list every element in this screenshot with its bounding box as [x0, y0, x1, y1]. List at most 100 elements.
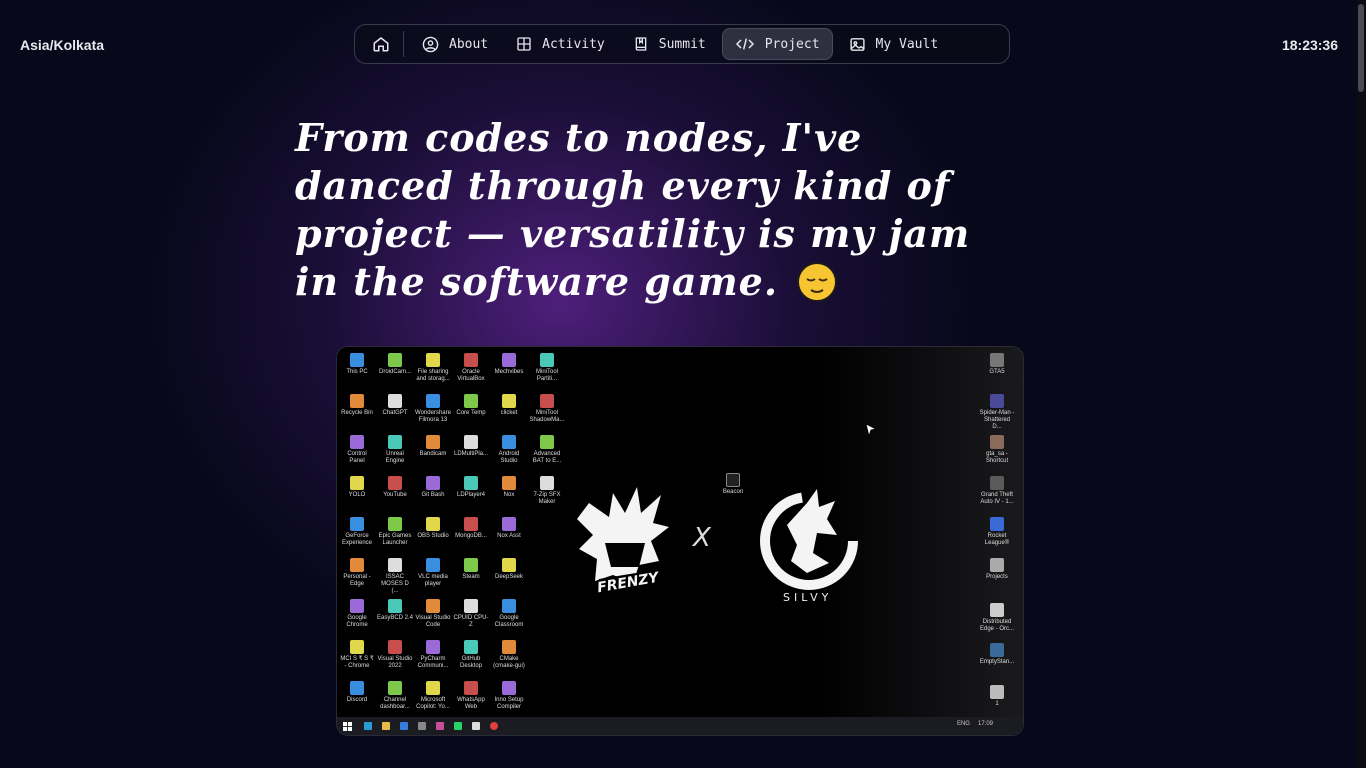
desktop-icon[interactable]: MiniTool ShadowMa... [529, 390, 565, 424]
app-icon [388, 599, 402, 613]
app-icon [426, 394, 440, 408]
desktop-icon[interactable]: ISSAC MOSES D (... [377, 554, 413, 595]
desktop-icon[interactable]: Spider-Man - Shattered D... [979, 390, 1015, 431]
desktop-icon[interactable]: Discord [339, 677, 375, 704]
desktop-icon[interactable]: Recycle Bin [339, 390, 375, 417]
terminal-taskbar-icon[interactable] [472, 722, 480, 730]
desktop-icon[interactable]: Steam [453, 554, 489, 581]
desktop-icon[interactable]: clicket [491, 390, 527, 417]
desktop-icon[interactable]: Inno Setup Compiler [491, 677, 527, 711]
desktop-icon[interactable]: DeepSeek [491, 554, 527, 581]
app-icon [502, 353, 516, 367]
desktop-icon[interactable]: CPUID CPU-Z [453, 595, 489, 629]
desktop-icon[interactable]: WhatsApp Web [453, 677, 489, 711]
desktop-icon[interactable]: GeForce Experience [339, 513, 375, 547]
desktop-icon[interactable]: EasyBCD 2.4 [377, 595, 413, 622]
desktop-icon[interactable]: ChatGPT [377, 390, 413, 417]
app-icon [426, 599, 440, 613]
desktop-icon[interactable]: Grand Theft Auto IV - 1... [979, 472, 1015, 506]
desktop-icon[interactable]: Nox Asst [491, 513, 527, 540]
scrollbar-thumb[interactable] [1358, 4, 1364, 92]
desktop-icon-label: GTA5 [989, 369, 1005, 375]
desktop-icon[interactable]: DroidCam... [377, 349, 413, 376]
app-icon [990, 603, 1004, 617]
desktop-icon[interactable]: File sharing and storag... [415, 349, 451, 383]
desktop-icon[interactable]: Git Bash [415, 472, 451, 499]
desktop-icon[interactable]: CMake (cmake-gui) [491, 636, 527, 670]
desktop-icon[interactable]: VLC media player [415, 554, 451, 588]
desktop-icon[interactable]: LDPlayer4 [453, 472, 489, 499]
desktop-icon[interactable]: Control Panel [339, 431, 375, 465]
nav-item-about[interactable]: About [410, 29, 500, 59]
desktop-icon[interactable]: MCI S ₹ S ₹ - Chrome [339, 636, 375, 670]
record-taskbar-icon[interactable] [490, 722, 498, 730]
explorer-taskbar-icon[interactable] [382, 722, 390, 730]
desktop-icon[interactable]: YouTube [377, 472, 413, 499]
desktop-icon[interactable]: Visual Studio Code [415, 595, 451, 629]
nav-item-summit[interactable]: Summit [621, 29, 718, 59]
desktop-icon-label: OBS Studio [417, 533, 449, 539]
desktop-icon[interactable]: Google Chrome [339, 595, 375, 629]
tray-language[interactable]: ENG [957, 721, 970, 727]
desktop-icon[interactable]: Oracle VirtualBox [453, 349, 489, 383]
vscode-taskbar-icon[interactable] [400, 722, 408, 730]
desktop-icon-label: Nox [503, 492, 515, 498]
app-icon [388, 353, 402, 367]
app-icon [426, 681, 440, 695]
windows-start-icon[interactable] [343, 721, 352, 731]
desktop-icon-label: Beacon [722, 489, 744, 495]
desktop-icon[interactable]: Rocket League® [979, 513, 1015, 547]
desktop-icon[interactable]: Channel dashboar... [377, 677, 413, 711]
desktop-icon[interactable]: YOLO [339, 472, 375, 499]
whatsapp-taskbar-icon[interactable] [454, 722, 462, 730]
scrollbar[interactable] [1356, 0, 1366, 768]
tray-time[interactable]: 17:09 [978, 721, 993, 727]
desktop-icon[interactable]: 7-Zip SFX Maker [529, 472, 565, 506]
desktop-icon[interactable]: Nox [491, 472, 527, 499]
desktop-icon[interactable]: Wondershare Filmora 13 [415, 390, 451, 424]
desktop-icon[interactable]: Bandicam [415, 431, 451, 458]
nav-label-summit: Summit [658, 36, 706, 52]
desktop-icon[interactable]: Google Classroom [491, 595, 527, 629]
desktop-icon-label: Distributed Edge - Orc... [979, 619, 1014, 632]
desktop-icon-label: 7-Zip SFX Maker [533, 492, 561, 505]
desktop-icon-label: Recycle Bin [341, 410, 373, 416]
desktop-icon[interactable]: OBS Studio [415, 513, 451, 540]
desktop-icon[interactable]: PyCharm Communi... [415, 636, 451, 670]
desktop-icon[interactable]: GTA5 [979, 349, 1015, 376]
desktop-icon[interactable]: 1 [979, 681, 1015, 708]
project-screenshot[interactable]: Beacon FRENZY X SILVY This PC DroidCam...… [336, 346, 1024, 736]
desktop-icon[interactable]: GitHub Desktop [453, 636, 489, 670]
desktop-icon[interactable]: Visual Studio 2022 [377, 636, 413, 670]
app-icon [502, 517, 516, 531]
desktop-icon[interactable]: Android Studio [491, 431, 527, 465]
desktop-icon[interactable]: Epic Games Launcher [377, 513, 413, 547]
instagram-taskbar-icon[interactable] [436, 722, 444, 730]
nav-item-project[interactable]: Project [721, 28, 833, 60]
clock: 18:23:36 [1281, 37, 1338, 53]
desktop-icon[interactable]: Distributed Edge - Orc... [979, 599, 1015, 633]
app-icon [990, 558, 1004, 572]
nav-item-activity[interactable]: Activity [504, 29, 617, 59]
desktop-icon[interactable]: Mechvibes [491, 349, 527, 376]
desktop-icon-label: 1 [995, 701, 999, 707]
desktop-icon[interactable]: Projects [979, 554, 1015, 581]
app-taskbar-icon[interactable] [418, 722, 426, 730]
nav-item-my-vault[interactable]: My Vault [837, 29, 951, 59]
desktop-icon[interactable]: MiniTool Partiti... [529, 349, 565, 383]
edge-taskbar-icon[interactable] [364, 722, 372, 730]
desktop-icon[interactable]: EmptyStan... [979, 639, 1015, 666]
desktop-icon-label: DroidCam... [378, 369, 411, 375]
desktop-icon-label: clicket [500, 410, 518, 416]
app-icon [350, 517, 364, 531]
desktop-icon[interactable]: MongoDB... [453, 513, 489, 540]
nav-home[interactable] [361, 29, 401, 59]
desktop-icon[interactable]: LDMultiPla... [453, 431, 489, 458]
desktop-icon[interactable]: gta_sa - Shortcut [979, 431, 1015, 465]
desktop-icon[interactable]: Core Temp [453, 390, 489, 417]
desktop-icon[interactable]: This PC [339, 349, 375, 376]
desktop-icon[interactable]: Microsoft Copilot: Yo... [415, 677, 451, 711]
desktop-icon[interactable]: Personal - Edge [339, 554, 375, 588]
desktop-icon[interactable]: Unreal Engine [377, 431, 413, 465]
desktop-icon[interactable]: Advanced BAT to E... [529, 431, 565, 465]
